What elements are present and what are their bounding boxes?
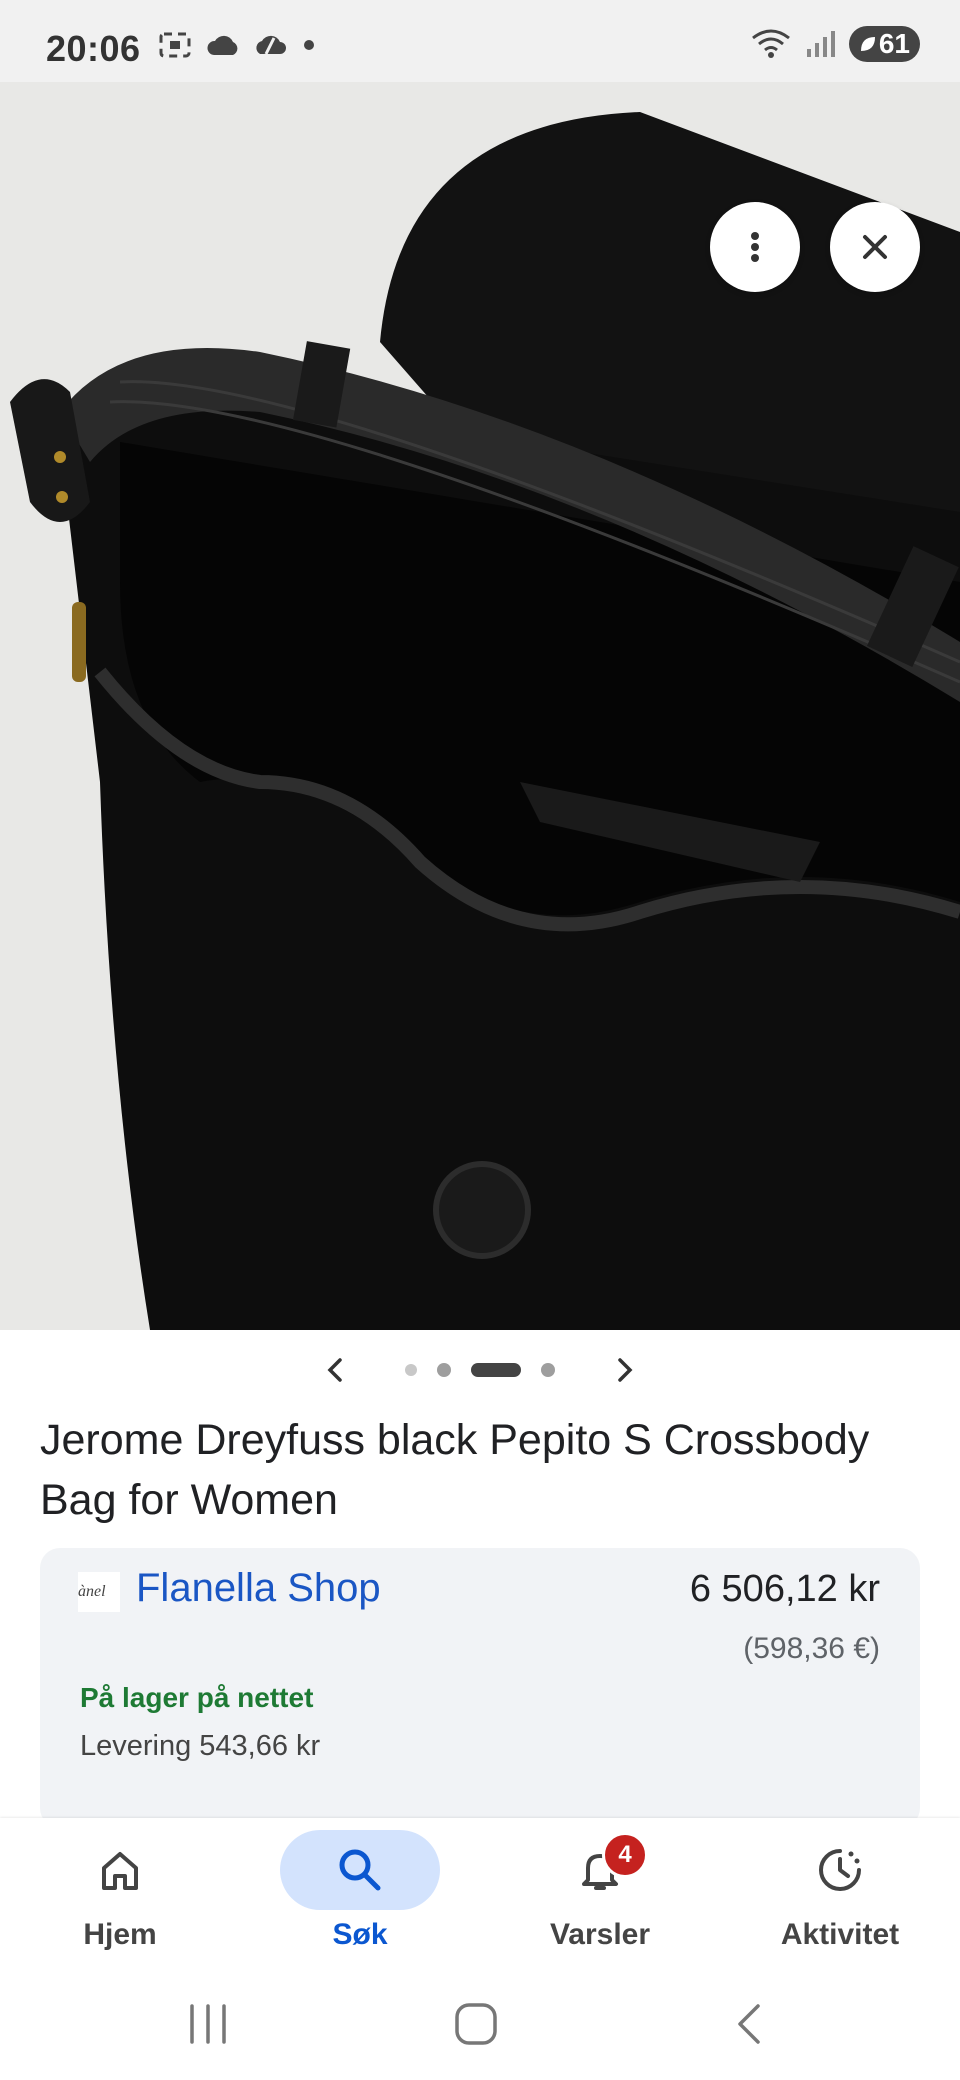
previous-image-button[interactable] bbox=[315, 1350, 355, 1390]
offer-price-eur: (598,36 €) bbox=[743, 1632, 880, 1665]
more-vert-icon bbox=[751, 232, 759, 262]
wifi-icon bbox=[751, 29, 790, 58]
offer-card[interactable]: ànel Flanella Shop 6 506,12 kr (598,36 €… bbox=[40, 1548, 920, 1828]
product-image[interactable] bbox=[0, 82, 960, 1330]
chevron-left-icon bbox=[327, 1358, 342, 1382]
recent-apps-button[interactable] bbox=[186, 2002, 230, 2046]
nav-icon-container bbox=[40, 1830, 200, 1910]
close-icon bbox=[863, 235, 887, 259]
screenshot-icon bbox=[159, 32, 191, 58]
nav-label-search: Søk bbox=[332, 1918, 388, 1951]
status-notification-icons bbox=[158, 30, 316, 60]
bag-photo bbox=[0, 82, 960, 1330]
back-button[interactable] bbox=[728, 2002, 772, 2046]
search-icon bbox=[339, 1849, 381, 1891]
delivery-cost: Levering 543,66 kr bbox=[80, 1730, 321, 1762]
more-options-button[interactable] bbox=[710, 202, 800, 292]
offer-price: 6 506,12 kr bbox=[689, 1568, 880, 1610]
system-navigation-bar bbox=[0, 1968, 960, 2080]
carousel-dot[interactable] bbox=[437, 1363, 451, 1377]
shop-logo: ànel bbox=[78, 1572, 120, 1612]
carousel-dot-active[interactable] bbox=[471, 1363, 521, 1377]
nav-label-notifications: Varsler bbox=[549, 1918, 651, 1951]
nav-item-home[interactable]: Hjem bbox=[0, 1818, 240, 1968]
nav-icon-container-active bbox=[280, 1830, 440, 1910]
battery-indicator: 61 bbox=[848, 26, 920, 62]
activity-icon bbox=[819, 1849, 861, 1891]
nav-item-activity[interactable]: Aktivitet bbox=[720, 1818, 960, 1968]
nav-label-activity: Aktivitet bbox=[780, 1918, 900, 1951]
nav-label-home: Hjem bbox=[83, 1918, 157, 1951]
status-bar: 20:06 61 bbox=[0, 0, 960, 82]
battery-level: 61 bbox=[878, 28, 910, 59]
shop-logo-text: ànel bbox=[78, 1583, 106, 1600]
nav-item-notifications[interactable]: 4 Varsler bbox=[480, 1818, 720, 1968]
signal-icon bbox=[806, 31, 835, 57]
home-icon bbox=[102, 1852, 138, 1890]
status-time: 20:06 bbox=[46, 28, 141, 69]
carousel-dot[interactable] bbox=[405, 1364, 417, 1376]
product-title: Jerome Dreyfuss black Pepito S Crossbody… bbox=[40, 1416, 870, 1524]
image-carousel-controls bbox=[0, 1330, 960, 1410]
nav-icon-container bbox=[760, 1830, 920, 1910]
next-image-button[interactable] bbox=[605, 1350, 645, 1390]
stock-status: På lager på nettet bbox=[80, 1682, 314, 1713]
home-button[interactable] bbox=[454, 2002, 498, 2046]
notification-badge: 4 bbox=[602, 1832, 648, 1878]
status-system-icons: 61 bbox=[751, 26, 920, 62]
cloud-icon bbox=[207, 35, 238, 55]
nav-item-search[interactable]: Søk bbox=[240, 1818, 480, 1968]
carousel-dot[interactable] bbox=[541, 1363, 555, 1377]
weather-icon bbox=[256, 35, 286, 55]
shop-name-link[interactable]: Flanella Shop bbox=[136, 1566, 381, 1611]
close-button[interactable] bbox=[830, 202, 920, 292]
nav-icon-container bbox=[520, 1830, 680, 1910]
battery-saver-icon bbox=[860, 37, 875, 51]
chevron-right-icon bbox=[618, 1358, 633, 1382]
bottom-navigation: Hjem Søk 4 Varsler Aktivitet bbox=[0, 1818, 960, 1968]
dot-icon bbox=[304, 40, 314, 50]
